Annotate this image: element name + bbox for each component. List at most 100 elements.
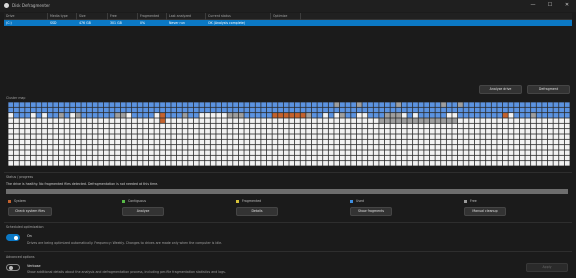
column-header[interactable]: Fragmented — [138, 13, 167, 20]
verbose-toggle[interactable] — [6, 264, 20, 271]
cluster-block — [64, 102, 70, 107]
cluster-block — [452, 118, 458, 123]
apply-button[interactable]: Apply — [526, 263, 568, 272]
cluster-block — [362, 145, 368, 150]
minimize-button[interactable]: — — [528, 2, 538, 9]
cluster-block — [356, 129, 362, 134]
cluster-block — [278, 123, 283, 129]
analyze-button[interactable]: Analyze — [122, 207, 164, 216]
cluster-block — [143, 139, 149, 145]
cluster-block — [384, 134, 390, 139]
cluster-block — [210, 139, 216, 145]
cluster-block — [53, 134, 59, 139]
cluster-block — [255, 150, 261, 155]
cluster-block — [458, 155, 463, 161]
verbose-toggle-title: Verbose — [27, 264, 41, 268]
cluster-block — [188, 118, 194, 123]
manual-cleanup-button[interactable]: Manual cleanup — [464, 207, 506, 216]
details-button[interactable]: Details — [236, 207, 278, 216]
schedule-section-label: Scheduled optimization — [6, 225, 44, 229]
progress-section-label: Status / progress — [6, 175, 34, 179]
cluster-block — [373, 134, 379, 139]
cluster-block — [547, 155, 553, 161]
cluster-block — [306, 134, 312, 139]
cluster-block — [75, 102, 81, 107]
cluster-block — [519, 134, 525, 139]
cluster-block — [547, 145, 553, 150]
column-header[interactable]: Media type — [48, 13, 77, 20]
column-header[interactable]: Free — [108, 13, 138, 20]
cluster-block — [14, 155, 19, 161]
cluster-block — [300, 161, 306, 166]
cluster-block — [171, 129, 177, 134]
cluster-block — [36, 150, 42, 155]
size-cell: 476 GB — [79, 21, 91, 25]
advanced-section-label: Advanced options — [6, 255, 35, 259]
defragment-button[interactable]: Defragment — [527, 85, 570, 94]
cluster-block — [238, 118, 244, 123]
cluster-block — [547, 123, 553, 129]
maximize-button[interactable]: ☐ — [545, 2, 555, 9]
cluster-block — [536, 134, 542, 139]
cluster-map — [8, 102, 570, 166]
column-header[interactable]: Size — [77, 13, 108, 20]
cluster-block — [64, 134, 70, 139]
cluster-block — [497, 129, 503, 134]
cluster-block — [143, 113, 149, 118]
cluster-block — [519, 129, 525, 134]
cluster-block — [132, 155, 137, 161]
analyze-drive-button[interactable]: Analyze drive — [479, 85, 522, 94]
cluster-block — [137, 118, 143, 123]
cluster-block — [193, 139, 199, 145]
cluster-block — [109, 155, 115, 161]
cluster-block — [36, 113, 42, 118]
show-fragments-button[interactable]: Show fragments — [350, 207, 392, 216]
cluster-block — [384, 150, 390, 155]
cluster-block — [401, 118, 407, 123]
cluster-block — [238, 123, 244, 129]
cluster-block — [525, 107, 531, 113]
cluster-block — [317, 155, 323, 161]
cluster-block — [126, 134, 132, 139]
cluster-block — [559, 107, 564, 113]
cluster-block — [491, 123, 497, 129]
column-header[interactable]: Optimize — [271, 13, 301, 20]
cluster-block — [345, 161, 351, 166]
schedule-toggle[interactable] — [6, 234, 20, 241]
cluster-block — [542, 139, 548, 145]
cluster-block — [103, 145, 109, 150]
cluster-block — [14, 150, 19, 155]
cluster-block — [334, 129, 340, 134]
cluster-block — [345, 129, 351, 134]
cluster-block — [132, 113, 137, 118]
column-header[interactable]: Current status — [206, 13, 271, 20]
cluster-block — [368, 107, 373, 113]
cluster-block — [536, 145, 542, 150]
cluster-block — [278, 107, 283, 113]
cluster-block — [216, 123, 222, 129]
cluster-block — [266, 123, 272, 129]
column-header[interactable]: Drive — [4, 13, 48, 20]
cluster-block — [227, 123, 233, 129]
close-button[interactable]: ✕ — [562, 2, 572, 9]
cluster-block — [109, 113, 115, 118]
table-row[interactable]: (C:) SSD 476 GB 301 GB 0% Never run OK (… — [4, 20, 572, 26]
cluster-block — [531, 134, 536, 139]
cluster-block — [407, 150, 413, 155]
check-system-files-button[interactable]: Check system files — [8, 207, 52, 216]
column-header[interactable]: Last analyzed — [167, 13, 206, 20]
cluster-block — [390, 123, 396, 129]
cluster-block — [210, 134, 216, 139]
cluster-block — [58, 107, 64, 113]
cluster-block — [463, 123, 469, 129]
cluster-block — [452, 155, 458, 161]
cluster-block — [205, 150, 210, 155]
cluster-block — [42, 139, 47, 145]
cluster-block — [227, 155, 233, 161]
cluster-block — [199, 139, 205, 145]
cluster-block — [216, 107, 222, 113]
cluster-block — [328, 161, 334, 166]
cluster-block — [64, 155, 70, 161]
cluster-block — [480, 107, 486, 113]
toggle-knob — [8, 265, 13, 270]
